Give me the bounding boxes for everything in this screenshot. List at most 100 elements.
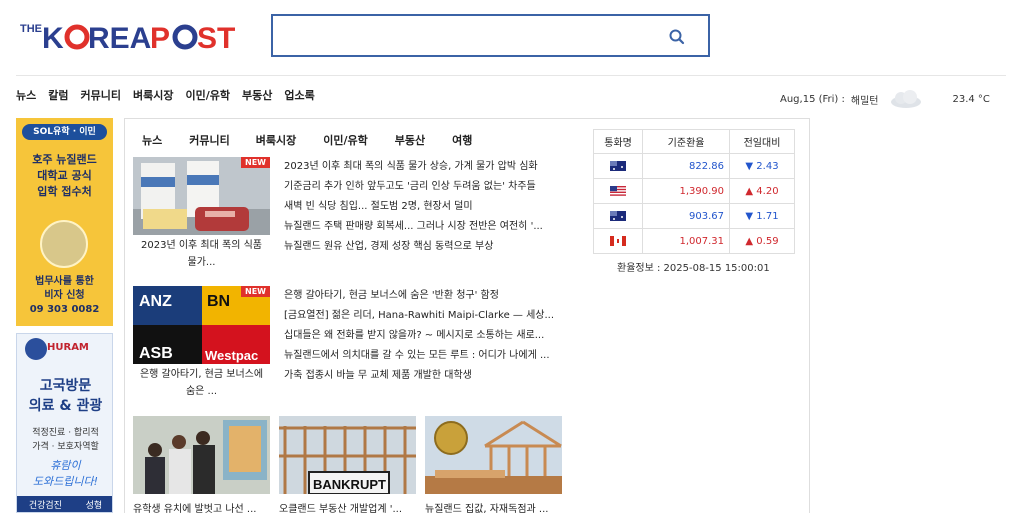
news-headline[interactable]: [금요열전] 젊은 리더, Hana-Rawhiti Maipi-Clarke … bbox=[284, 306, 576, 326]
ad-sol-pill: SOL유학 · 이민 bbox=[22, 124, 107, 140]
nav-item-immigration[interactable]: 이민/유학 bbox=[185, 87, 230, 103]
ad-sol-sub-line: 비자 신청 bbox=[44, 290, 85, 301]
news-headline[interactable]: 뉴질랜드에서 의치대를 갈 수 있는 모든 루트 : 어디가 나에게 ... bbox=[284, 346, 576, 366]
ad-huram-headline-line: 의료 & 관광 bbox=[28, 398, 103, 414]
search-icon[interactable] bbox=[668, 28, 686, 46]
exchange-rate-info: 환율정보 : 2025-08-15 15:00:01 bbox=[617, 263, 770, 274]
tab-news[interactable]: 뉴스 bbox=[142, 132, 162, 148]
exchange-rate-table: 통화명 기준환율 전일대비 822.86 ▼ 2.43 1,390.90 ▲ 4… bbox=[592, 129, 795, 254]
cloud-icon bbox=[891, 90, 922, 108]
search-box bbox=[271, 14, 710, 57]
nav-item-column[interactable]: 칼럼 bbox=[48, 87, 68, 103]
ad-huram-footer: 건강검진 성형 bbox=[17, 496, 112, 512]
photo-thumb-students[interactable] bbox=[133, 416, 270, 494]
ad-banner-huram[interactable]: HURAM 고국방문 의료 & 관광 적정진료 · 합리적 가격 · 보호자역할… bbox=[16, 333, 113, 513]
svg-text:Westpac: Westpac bbox=[205, 348, 258, 363]
news-headline[interactable]: 뉴질랜드 주택 판매량 회복세... 그러나 시장 전반은 여전히 '... bbox=[284, 217, 576, 237]
exchange-rate-row: 1,007.31 ▲ 0.59 bbox=[592, 228, 795, 254]
currency-cell bbox=[592, 178, 644, 204]
photo-thumb-housing[interactable] bbox=[425, 416, 562, 494]
svg-text:ASB: ASB bbox=[139, 345, 173, 362]
rate-cell: 903.67 bbox=[642, 203, 730, 229]
svg-text:K: K bbox=[42, 22, 64, 52]
svg-text:ST: ST bbox=[197, 22, 235, 52]
tab-market[interactable]: 벼룩시장 bbox=[256, 132, 296, 148]
news-headline[interactable]: 기준금리 추가 인하 앞두고도 '금리 인상 두려움 없는' 차주들 bbox=[284, 177, 576, 197]
ad-sol-sub-line: 법무사를 통한 bbox=[35, 276, 94, 287]
search-input[interactable] bbox=[281, 24, 651, 48]
nav-item-directory[interactable]: 업소록 bbox=[284, 87, 314, 103]
us-flag-icon bbox=[610, 185, 627, 196]
nav-item-market[interactable]: 벼룩시장 bbox=[133, 87, 173, 103]
currency-cell bbox=[592, 153, 644, 179]
change-cell: ▼ 1.71 bbox=[729, 203, 795, 229]
rate-cell: 822.86 bbox=[642, 153, 730, 179]
nav-item-community[interactable]: 커뮤니티 bbox=[81, 87, 121, 103]
rate-cell: 1,007.31 bbox=[642, 228, 730, 254]
new-badge: NEW bbox=[241, 157, 270, 168]
featured-caption-line: 2023년 이후 최대 폭의 식품 bbox=[141, 240, 262, 251]
photo-caption[interactable]: 유학생 유치에 발벗고 나선 ... bbox=[133, 500, 270, 513]
weather-temp: 23.4 °C bbox=[952, 93, 990, 105]
news-list-1: 2023년 이후 최대 폭의 식품 물가 상승, 가계 물가 압박 심화 기준금… bbox=[284, 157, 576, 257]
col-change: 전일대비 bbox=[729, 129, 795, 154]
ca-flag-icon bbox=[610, 235, 627, 246]
main-nav: 뉴스 칼럼 커뮤니티 벼룩시장 이민/유학 부동산 업소록 bbox=[16, 87, 327, 103]
ad-sol-headline-line: 대학교 공식 bbox=[37, 169, 92, 182]
svg-text:REA: REA bbox=[88, 22, 151, 52]
tab-immigration[interactable]: 이민/유학 bbox=[323, 132, 368, 148]
ad-huram-footer-item: 성형 bbox=[85, 500, 103, 511]
ad-huram-script-line: 도와드립니다! bbox=[32, 475, 99, 488]
news-headline[interactable]: 십대들은 왜 전화를 받지 않을까? ~ 메시지로 소통하는 새로... bbox=[284, 326, 576, 346]
change-cell: ▼ 2.43 bbox=[729, 153, 795, 179]
change-cell: ▲ 0.59 bbox=[729, 228, 795, 254]
featured-caption-food[interactable]: 2023년 이후 최대 폭의 식품 물가... bbox=[133, 237, 270, 271]
content-tabs: 뉴스 커뮤니티 벼룩시장 이민/유학 부동산 여행 bbox=[142, 132, 472, 148]
tab-community[interactable]: 커뮤니티 bbox=[189, 132, 229, 148]
ad-huram-brand: HURAM bbox=[47, 342, 89, 353]
ad-banner-sol[interactable]: SOL유학 · 이민 호주 뉴질랜드 대학교 공식 입학 접수처 법무사를 통한… bbox=[16, 118, 113, 326]
nav-item-realestate[interactable]: 부동산 bbox=[242, 87, 272, 103]
ad-sol-headline-line: 호주 뉴질랜드 bbox=[32, 153, 97, 166]
ad-huram-script-line: 휴람이 bbox=[50, 459, 81, 472]
featured-caption-line: 물가... bbox=[187, 257, 216, 268]
photo-caption[interactable]: 뉴질랜드 집값, 자재독점과 ... bbox=[425, 500, 562, 513]
svg-text:BN: BN bbox=[207, 293, 230, 310]
news-headline[interactable]: 뉴질랜드 원유 산업, 경제 성장 핵심 동력으로 부상 bbox=[284, 237, 576, 257]
nav-item-news[interactable]: 뉴스 bbox=[16, 87, 36, 103]
svg-text:ANZ: ANZ bbox=[139, 293, 172, 310]
col-currency: 통화명 bbox=[592, 129, 644, 154]
currency-cell bbox=[592, 203, 644, 229]
photo-thumb-construction[interactable]: BANKRUPT bbox=[279, 416, 416, 494]
tab-realestate[interactable]: 부동산 bbox=[395, 132, 425, 148]
licensed-seal-icon bbox=[40, 220, 88, 268]
food-prices-image bbox=[133, 157, 270, 235]
ad-sol-headline: 호주 뉴질랜드 대학교 공식 입학 접수처 bbox=[16, 152, 113, 200]
featured-thumb-food[interactable]: NEW bbox=[133, 157, 270, 235]
new-badge: NEW bbox=[241, 286, 270, 297]
weather-date: Aug,15 (Fri) : bbox=[780, 93, 845, 105]
news-headline[interactable]: 새벽 빈 식당 침입... 절도범 2명, 현장서 덜미 bbox=[284, 197, 576, 217]
featured-thumb-banks[interactable]: ANZ BN ASB Westpac NEW bbox=[133, 286, 270, 364]
huram-logo-icon bbox=[25, 338, 47, 360]
ad-huram-headline: 고국방문 의료 & 관광 bbox=[17, 376, 112, 416]
news-headline[interactable]: 가축 접종시 바늘 무 교체 제품 개발한 대학생 bbox=[284, 366, 576, 386]
news-headline[interactable]: 은행 갈아타기, 현금 보너스에 숨은 '반환 청구' 함정 bbox=[284, 286, 576, 306]
ad-huram-footer-item: 건강검진 bbox=[28, 500, 62, 511]
header-divider bbox=[16, 75, 1006, 76]
col-rate: 기준환율 bbox=[642, 129, 730, 154]
students-image bbox=[133, 416, 270, 494]
site-logo[interactable]: THE K REA P ST bbox=[20, 18, 250, 52]
news-headline[interactable]: 2023년 이후 최대 폭의 식품 물가 상승, 가계 물가 압박 심화 bbox=[284, 157, 576, 177]
featured-caption-line: 은행 갈아타기, 현금 보너스에 bbox=[139, 369, 264, 380]
photo-caption[interactable]: 오클랜드 부동산 개발업계 '... bbox=[279, 500, 416, 513]
svg-text:BANKRUPT: BANKRUPT bbox=[313, 477, 386, 492]
featured-caption-banks[interactable]: 은행 갈아타기, 현금 보너스에 숨은 ... bbox=[133, 366, 270, 400]
ad-huram-script: 휴람이 도와드립니다! bbox=[17, 458, 112, 490]
weather-widget: Aug,15 (Fri) : 해밀턴 23.4 °C bbox=[780, 88, 990, 110]
tab-travel[interactable]: 여행 bbox=[452, 132, 472, 148]
featured-caption-line: 숨은 ... bbox=[185, 386, 218, 397]
ad-sol-phone: 09 303 0082 bbox=[29, 304, 100, 315]
bank-logos-image: ANZ BN ASB Westpac bbox=[133, 286, 270, 364]
ad-huram-sub-line: 가격 · 보호자역할 bbox=[32, 442, 99, 452]
